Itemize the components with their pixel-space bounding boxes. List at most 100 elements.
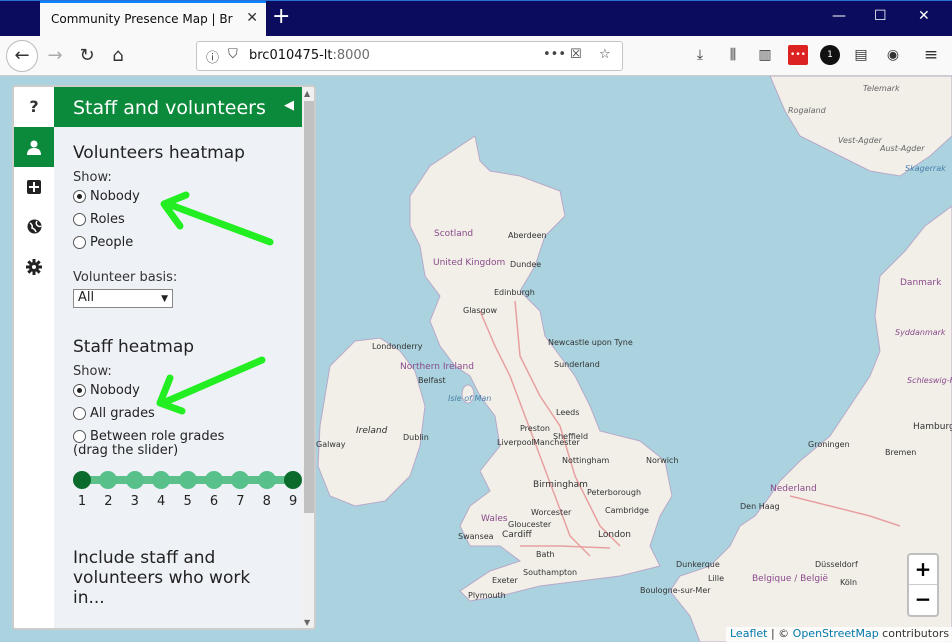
grade-range-slider[interactable] — [73, 470, 302, 490]
scroll-down-icon[interactable]: ▼ — [304, 618, 310, 627]
include-title-line: volunteers who work — [73, 568, 251, 588]
zoom-out-button[interactable]: − — [909, 585, 937, 615]
leaflet-link[interactable]: Leaflet — [730, 627, 767, 640]
map-label: Sheffield — [553, 432, 589, 441]
slider-hint: (drag the slider) — [73, 443, 179, 458]
radio-selected[interactable] — [73, 384, 86, 397]
reload-button[interactable]: ↻ — [74, 44, 100, 68]
menu-hamburger-icon[interactable]: ≡ — [921, 45, 941, 65]
radio-selected[interactable] — [73, 190, 86, 203]
include-title: Include staff and volunteers who work in… — [73, 548, 302, 608]
close-window-button[interactable]: ✕ — [918, 8, 930, 24]
settings-tab[interactable] — [14, 247, 54, 287]
shield-icon[interactable]: ⛉ — [228, 47, 238, 62]
staff-option-all-grades[interactable]: All grades — [73, 402, 302, 425]
radio-label: Roles — [90, 212, 125, 227]
radio-unselected[interactable] — [73, 213, 86, 226]
map-label: Norwich — [646, 456, 679, 465]
bookmark-star-icon[interactable]: ☆ — [599, 47, 611, 62]
volunteers-option-roles[interactable]: Roles — [73, 208, 302, 231]
maximize-button[interactable]: ☐ — [874, 8, 887, 24]
map-label: Plymouth — [468, 591, 506, 600]
new-tab-button[interactable]: + — [272, 4, 290, 30]
map-label: Danmark — [900, 278, 942, 288]
extension-onepassword-icon[interactable]: 1 — [820, 45, 840, 65]
slider-step[interactable] — [257, 471, 276, 489]
map-label: Peterborough — [587, 488, 642, 497]
account-icon[interactable]: ◉ — [883, 45, 903, 65]
include-title-line: in... — [73, 588, 105, 608]
volunteers-option-nobody[interactable]: Nobody — [73, 185, 302, 208]
map-label: Telemark — [863, 84, 900, 93]
info-icon[interactable]: ⓘ — [206, 47, 219, 66]
scroll-up-icon[interactable]: ▲ — [304, 89, 310, 98]
extension-lastpass-icon[interactable]: ••• — [788, 45, 808, 65]
minimize-button[interactable]: — — [832, 8, 846, 24]
map-label: Scotland — [434, 229, 474, 239]
map-label: Köln — [840, 578, 858, 587]
slider-step[interactable] — [125, 471, 144, 489]
home-button[interactable]: ⌂ — [105, 44, 131, 68]
map-label: Nederland — [770, 484, 817, 494]
person-icon — [27, 140, 41, 155]
page-actions-icon[interactable]: ••• — [543, 47, 566, 62]
map-label: Gloucester — [508, 520, 552, 529]
staff-option-nobody[interactable]: Nobody — [73, 379, 302, 402]
slider-step[interactable] — [231, 471, 250, 489]
map-label: Vest-Agder — [838, 136, 882, 145]
map-label: Hamburg — [913, 422, 952, 432]
sidebar-tabs: ? — [14, 87, 54, 628]
downloads-icon[interactable]: ⤓ — [690, 45, 710, 65]
url-bar[interactable]: ⓘ ⛉ brc010475-lt:8000 ••• ☒ ☆ — [196, 41, 623, 71]
slider-step[interactable] — [205, 471, 223, 489]
sidebar-toggle-icon[interactable]: ▥ — [755, 45, 775, 65]
map-label: Bremen — [885, 448, 917, 457]
slider-tick-label: 1 — [77, 494, 87, 509]
slider-handle[interactable] — [284, 471, 302, 489]
pane-title: Staff and volunteers — [73, 97, 266, 119]
library-icon[interactable]: ⫼ — [723, 45, 743, 65]
browser-tab[interactable]: Community Presence Map | British ✕ — [40, 1, 266, 36]
help-tab[interactable]: ? — [14, 87, 54, 127]
back-button[interactable]: ← — [6, 40, 38, 72]
slider-step[interactable] — [99, 471, 118, 489]
map-label: Dublin — [403, 433, 429, 442]
url-host: brc010475-lt — [249, 48, 333, 63]
radio-label: Nobody — [90, 383, 140, 398]
map-label: Glasgow — [463, 306, 498, 315]
radio-unselected[interactable] — [73, 407, 86, 420]
scrollbar-thumb[interactable] — [304, 101, 314, 513]
first-aid-tab[interactable] — [14, 167, 54, 207]
map-label: Newcastle upon Tyne — [548, 338, 633, 347]
staff-volunteers-pane: Staff and volunteers ◀ Volunteers heatma… — [54, 87, 302, 628]
tab-close-icon[interactable]: ✕ — [246, 10, 258, 26]
osm-link[interactable]: OpenStreetMap — [793, 627, 879, 640]
plus-icon — [27, 180, 41, 194]
slider-step[interactable] — [152, 471, 171, 489]
map-label: Wales — [481, 514, 508, 524]
radio-unselected[interactable] — [73, 430, 86, 443]
forward-button[interactable]: → — [42, 44, 68, 68]
slider-tick-label: 6 — [209, 494, 219, 509]
chevron-down-icon: ▼ — [161, 294, 168, 304]
zoom-in-button[interactable]: + — [909, 555, 937, 585]
slider-step[interactable] — [178, 471, 197, 489]
radio-label: All grades — [90, 406, 155, 421]
pane-scrollbar[interactable]: ▲ ▼ — [302, 87, 314, 628]
staff-volunteers-tab[interactable] — [14, 127, 54, 167]
map-label: Lille — [708, 574, 725, 583]
map-label: Exeter — [492, 576, 518, 585]
slider-tick-label: 2 — [104, 494, 113, 509]
globe-tab[interactable] — [14, 207, 54, 247]
volunteer-basis-label: Volunteer basis: — [73, 270, 178, 285]
pocket-icon[interactable]: ☒ — [570, 47, 582, 62]
map-label: Belfast — [418, 376, 446, 385]
collapse-icon[interactable]: ◀ — [284, 98, 294, 113]
slider-handle[interactable] — [73, 471, 91, 489]
extension-reader-icon[interactable]: ▤ — [851, 45, 871, 65]
map-label: Schleswig-Holstein — [907, 376, 952, 385]
radio-unselected[interactable] — [73, 236, 86, 249]
volunteer-basis-select[interactable]: All ▼ — [73, 289, 173, 308]
volunteers-option-people[interactable]: People — [73, 231, 302, 254]
map-label: Den Haag — [740, 502, 780, 511]
